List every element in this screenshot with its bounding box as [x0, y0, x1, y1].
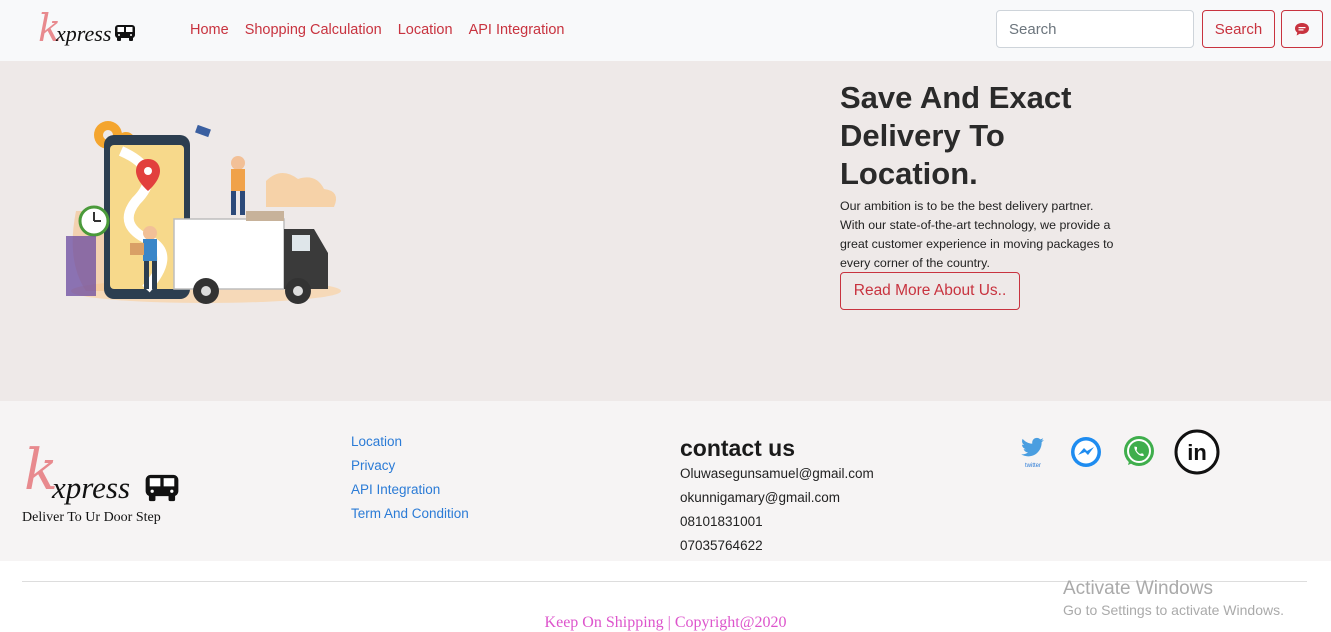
- navbar: k xpress Home Shopping Calculation Locat…: [0, 0, 1331, 61]
- read-more-button[interactable]: Read More About Us..: [840, 272, 1020, 310]
- logo-text: xpress: [56, 21, 112, 46]
- search-input[interactable]: [996, 10, 1194, 48]
- twitter-icon[interactable]: twitter: [1014, 433, 1052, 471]
- footer-link-privacy[interactable]: Privacy: [351, 454, 469, 478]
- contact-email-2: okunnigamary@gmail.com: [680, 490, 841, 505]
- brand-logo[interactable]: k xpress: [36, 8, 146, 50]
- nav-location[interactable]: Location: [390, 20, 461, 40]
- contact-email-1: Oluwasegunsamuel@gmail.com: [680, 466, 874, 481]
- search-button[interactable]: Search: [1202, 10, 1275, 48]
- tagline: Deliver To Ur Door Step: [22, 510, 161, 525]
- social-links: twitter in: [1014, 429, 1236, 476]
- linkedin-label: in: [1187, 440, 1207, 465]
- footer-links: Location Privacy API Integration Term An…: [351, 430, 469, 526]
- nav-api-integration[interactable]: API Integration: [461, 20, 573, 40]
- chat-bubble-icon: [1295, 22, 1309, 35]
- nav-links: Home Shopping Calculation Location API I…: [182, 20, 572, 40]
- contact-title: contact us: [680, 435, 796, 461]
- bus-icon: [115, 25, 135, 41]
- whatsapp-icon[interactable]: [1120, 433, 1158, 471]
- footer-link-location[interactable]: Location: [351, 430, 469, 454]
- hero-title: Save And Exact Delivery To Location.: [840, 80, 1072, 191]
- contact-phone-1: 08101831001: [680, 514, 763, 529]
- nav-shopping-calculation[interactable]: Shopping Calculation: [237, 20, 390, 40]
- activate-subtitle: Go to Settings to activate Windows.: [1063, 602, 1284, 618]
- bus-icon: [145, 474, 179, 502]
- delivery-illustration: [66, 121, 341, 304]
- footer: k xpress Deliver To Ur Door Step Locatio…: [0, 401, 1331, 561]
- twitter-label: twitter: [1025, 463, 1041, 469]
- footer-logo-text: xpress: [52, 470, 131, 505]
- activate-windows-watermark: Activate Windows Go to Settings to activ…: [1063, 578, 1284, 618]
- footer-brand-logo[interactable]: k xpress Deliver To Ur Door Step: [22, 441, 192, 525]
- linkedin-icon[interactable]: in: [1173, 428, 1221, 476]
- contact-phone-2: 07035764622: [680, 538, 763, 553]
- messenger-icon[interactable]: [1067, 433, 1105, 471]
- hero-description: Our ambition is to be the best delivery …: [840, 199, 1114, 270]
- nav-home[interactable]: Home: [182, 20, 237, 40]
- chat-button[interactable]: [1281, 10, 1323, 48]
- activate-title: Activate Windows: [1063, 578, 1213, 599]
- footer-link-api-integration[interactable]: API Integration: [351, 478, 469, 502]
- contact-list: Oluwasegunsamuel@gmail.com okunnigamary@…: [680, 462, 874, 558]
- footer-link-terms[interactable]: Term And Condition: [351, 502, 469, 526]
- hero-section: Save And Exact Delivery To Location. Our…: [0, 61, 1331, 401]
